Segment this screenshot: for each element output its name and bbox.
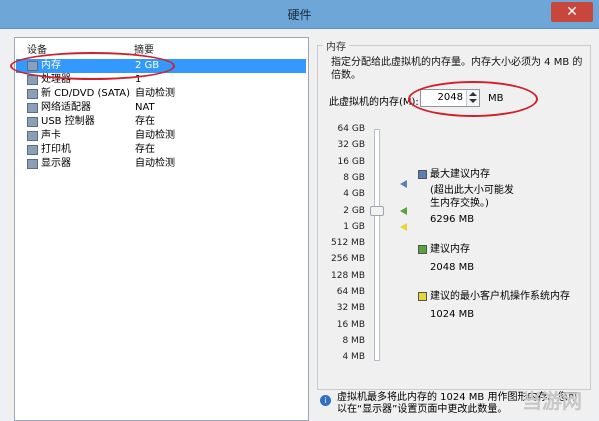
device-row[interactable]: 网络适配器 NAT xyxy=(16,101,306,115)
scale-tick-label: 16 GB xyxy=(337,156,365,167)
device-summary: 自动检测 xyxy=(135,158,175,169)
device-summary: NAT xyxy=(135,102,155,113)
device-name: USB 控制器 xyxy=(41,116,95,127)
device-row[interactable]: 声卡 自动检测 xyxy=(16,129,306,143)
device-summary: 存在 xyxy=(135,144,155,155)
min-legend-icon xyxy=(418,292,427,301)
device-list-header: 设备 摘要 xyxy=(15,38,308,56)
min-value: 1024 MB xyxy=(430,309,475,320)
device-summary: 存在 xyxy=(135,116,155,127)
scale-tick-label: 64 MB xyxy=(336,287,365,297)
device-list[interactable]: 设备 摘要 内存 2 GB 处理器 1 新 CD/DVD (SATA) 自动检测 网络适配器… xyxy=(14,37,309,421)
max-value: 6296 MB xyxy=(430,214,475,225)
memory-group-title: 内存 xyxy=(323,38,349,53)
rec-value: 2048 MB xyxy=(430,262,475,273)
watermark-logo: 当游网 xyxy=(522,389,582,413)
scale-tick-label: 8 MB xyxy=(342,335,365,346)
cpu-icon xyxy=(27,75,38,85)
device-summary: 自动检测 xyxy=(135,88,175,99)
display-icon xyxy=(27,159,38,169)
printer-icon xyxy=(27,145,38,155)
device-name: 声卡 xyxy=(41,130,61,141)
device-row[interactable]: 显示器 自动检测 xyxy=(16,157,306,171)
scale-tick-label: 512 MB xyxy=(331,238,365,249)
highlight-memory-value xyxy=(408,81,538,117)
memory-label: 此虚拟机的内存(M): xyxy=(329,97,419,108)
device-row[interactable]: USB 控制器 存在 xyxy=(16,115,306,129)
rec-legend-icon xyxy=(418,245,427,254)
scale-tick-label: 128 MB xyxy=(331,270,365,281)
close-button[interactable]: ✕ xyxy=(551,2,593,22)
usb-icon xyxy=(27,117,38,127)
max-marker-icon xyxy=(400,180,407,188)
device-name: 显示器 xyxy=(41,158,71,169)
device-row[interactable]: 新 CD/DVD (SATA) 自动检测 xyxy=(16,87,306,101)
scale-tick-label: 32 MB xyxy=(336,303,365,314)
device-name: 新 CD/DVD (SATA) xyxy=(41,88,131,99)
network-icon xyxy=(27,103,38,113)
highlight-memory-row xyxy=(10,52,175,80)
scale-tick-label: 2 GB xyxy=(343,205,365,216)
scale-tick-label: 8 GB xyxy=(343,172,365,183)
window-title: 硬件 xyxy=(287,8,312,22)
title-bar: 硬件 ✕ xyxy=(0,0,599,29)
scale-tick-label: 256 MB xyxy=(331,254,365,265)
scale-tick-label: 4 GB xyxy=(343,189,365,200)
scale-tick-label: 1 GB xyxy=(343,221,365,232)
rec-marker-icon xyxy=(400,207,407,215)
scale-tick-label: 16 MB xyxy=(336,319,365,330)
max-legend-icon xyxy=(418,170,427,179)
info-icon: i xyxy=(320,395,331,406)
device-name: 打印机 xyxy=(41,144,71,155)
memory-description: 指定分配给此虚拟机的内存量。内存大小必须为 4 MB 的倍数。 xyxy=(331,57,583,81)
cd-icon xyxy=(27,89,38,99)
scale-tick-label: 4 MB xyxy=(342,352,365,363)
sound-icon xyxy=(27,131,38,141)
memory-slider-thumb[interactable] xyxy=(370,206,384,216)
max-label: 最大建议内存 xyxy=(430,169,490,180)
device-summary: 自动检测 xyxy=(135,130,175,141)
scale-tick-label: 64 GB xyxy=(337,124,365,134)
min-label: 建议的最小客户机操作系统内存 xyxy=(430,291,570,302)
rec-label: 建议内存 xyxy=(430,244,470,255)
scale-tick-label: 32 GB xyxy=(337,140,365,151)
device-row[interactable]: 打印机 存在 xyxy=(16,143,306,157)
max-note: (超出此大小可能发生内存交换。) xyxy=(430,185,514,209)
device-name: 网络适配器 xyxy=(41,102,91,113)
memory-slider-track[interactable] xyxy=(374,129,380,361)
min-marker-icon xyxy=(400,223,407,231)
